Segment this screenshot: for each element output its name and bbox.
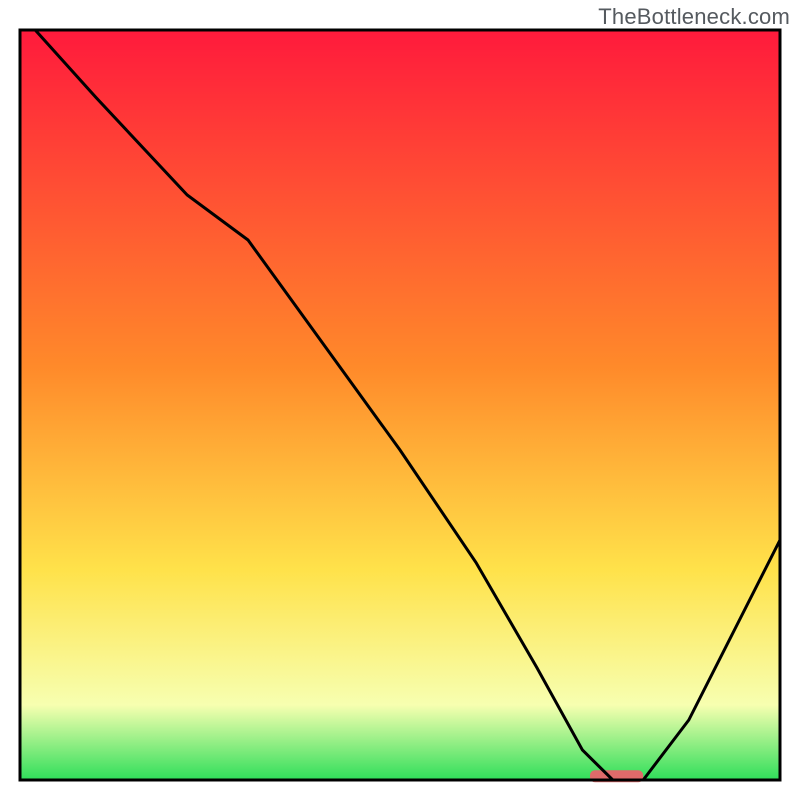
gradient-background (20, 30, 780, 780)
watermark-text: TheBottleneck.com (598, 4, 790, 30)
bottleneck-chart: TheBottleneck.com (0, 0, 800, 800)
chart-svg (0, 0, 800, 800)
